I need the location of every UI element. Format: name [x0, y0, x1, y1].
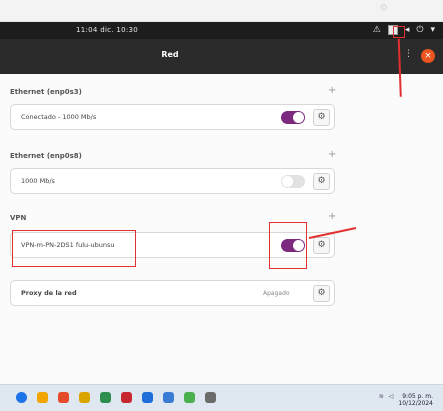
taskbar-clock[interactable]: 9:05 p. m. 10/12/2024: [398, 393, 433, 407]
gear-icon: ⚙: [317, 176, 326, 186]
gear-icon: ⚙: [317, 112, 326, 122]
gear-icon: ⚙: [317, 288, 326, 298]
section-title-ethernet-1: Ethernet (enp0s3): [10, 88, 82, 96]
proxy-status: Apagado: [263, 290, 290, 297]
strip-mark-icon: ⊙: [380, 3, 388, 13]
folder-icon[interactable]: [79, 392, 90, 403]
warning-icon[interactable]: ⚠: [373, 24, 381, 36]
section-title-ethernet-2: Ethernet (enp0s8): [10, 152, 82, 160]
ethernet-2-card[interactable]: 1000 Mb/s ⚙: [10, 168, 335, 194]
volume-icon[interactable]: ◂: [405, 24, 410, 36]
store-icon[interactable]: [100, 392, 111, 403]
panel-clock[interactable]: 11:04 dic. 10:30: [76, 26, 138, 34]
search-icon[interactable]: [37, 392, 48, 403]
section-title-vpn: VPN: [10, 214, 27, 222]
terminal-icon[interactable]: [205, 392, 216, 403]
gear-icon: ⚙: [317, 240, 326, 250]
proxy-card[interactable]: Proxy de la red Apagado ⚙: [10, 280, 335, 306]
proxy-label: Proxy de la red: [21, 289, 77, 297]
add-ethernet-2-button[interactable]: +: [328, 149, 336, 160]
taskbar: ≋ ◁ 9:05 p. m. 10/12/2024: [0, 384, 443, 411]
top-panel: 11:04 dic. 10:30 ⚠ ◂ ⏻ ▾: [0, 22, 443, 39]
ethernet-1-settings-button[interactable]: ⚙: [313, 109, 330, 126]
taskbar-date: 10/12/2024: [398, 400, 433, 407]
explorer-icon[interactable]: [58, 392, 69, 403]
ethernet-1-card[interactable]: Conectado - 1000 Mb/s ⚙: [10, 104, 335, 130]
window-header: Red ⋮ ×: [0, 39, 443, 74]
ethernet-2-settings-button[interactable]: ⚙: [313, 173, 330, 190]
vpn-settings-button[interactable]: ⚙: [313, 237, 330, 254]
taskbar-apps: [16, 392, 216, 403]
chevron-down-icon[interactable]: ▾: [430, 24, 435, 36]
start-icon[interactable]: [16, 392, 27, 403]
proxy-settings-button[interactable]: ⚙: [313, 285, 330, 302]
highlight-vpn-toggle: [269, 222, 307, 269]
vm-icon[interactable]: [184, 392, 195, 403]
office-icon[interactable]: [121, 392, 132, 403]
menu-icon[interactable]: ⋮: [404, 49, 413, 59]
highlight-vpn-label: [12, 230, 136, 267]
mail-icon[interactable]: [142, 392, 153, 403]
ethernet-1-toggle[interactable]: [281, 111, 305, 124]
taskbar-tray: ≋ ◁ 9:05 p. m. 10/12/2024: [379, 393, 433, 407]
browser-strip: ⊙: [0, 0, 443, 22]
edge-icon[interactable]: [163, 392, 174, 403]
ethernet-2-toggle[interactable]: [281, 175, 305, 188]
page-title: Red: [161, 50, 179, 59]
close-icon: ×: [424, 51, 432, 61]
power-icon[interactable]: ⏻: [416, 24, 423, 36]
ethernet-1-label: Conectado - 1000 Mb/s: [21, 113, 97, 121]
highlight-network-icon: [393, 26, 405, 38]
close-button[interactable]: ×: [421, 49, 435, 63]
speaker-icon[interactable]: ◁: [389, 393, 394, 407]
network-panel: Ethernet (enp0s3) + Conectado - 1000 Mb/…: [0, 74, 443, 384]
add-vpn-button[interactable]: +: [328, 211, 336, 222]
ethernet-2-label: 1000 Mb/s: [21, 177, 55, 185]
add-ethernet-1-button[interactable]: +: [328, 85, 336, 96]
taskbar-time: 9:05 p. m.: [402, 393, 433, 400]
wifi-icon[interactable]: ≋: [379, 393, 384, 407]
